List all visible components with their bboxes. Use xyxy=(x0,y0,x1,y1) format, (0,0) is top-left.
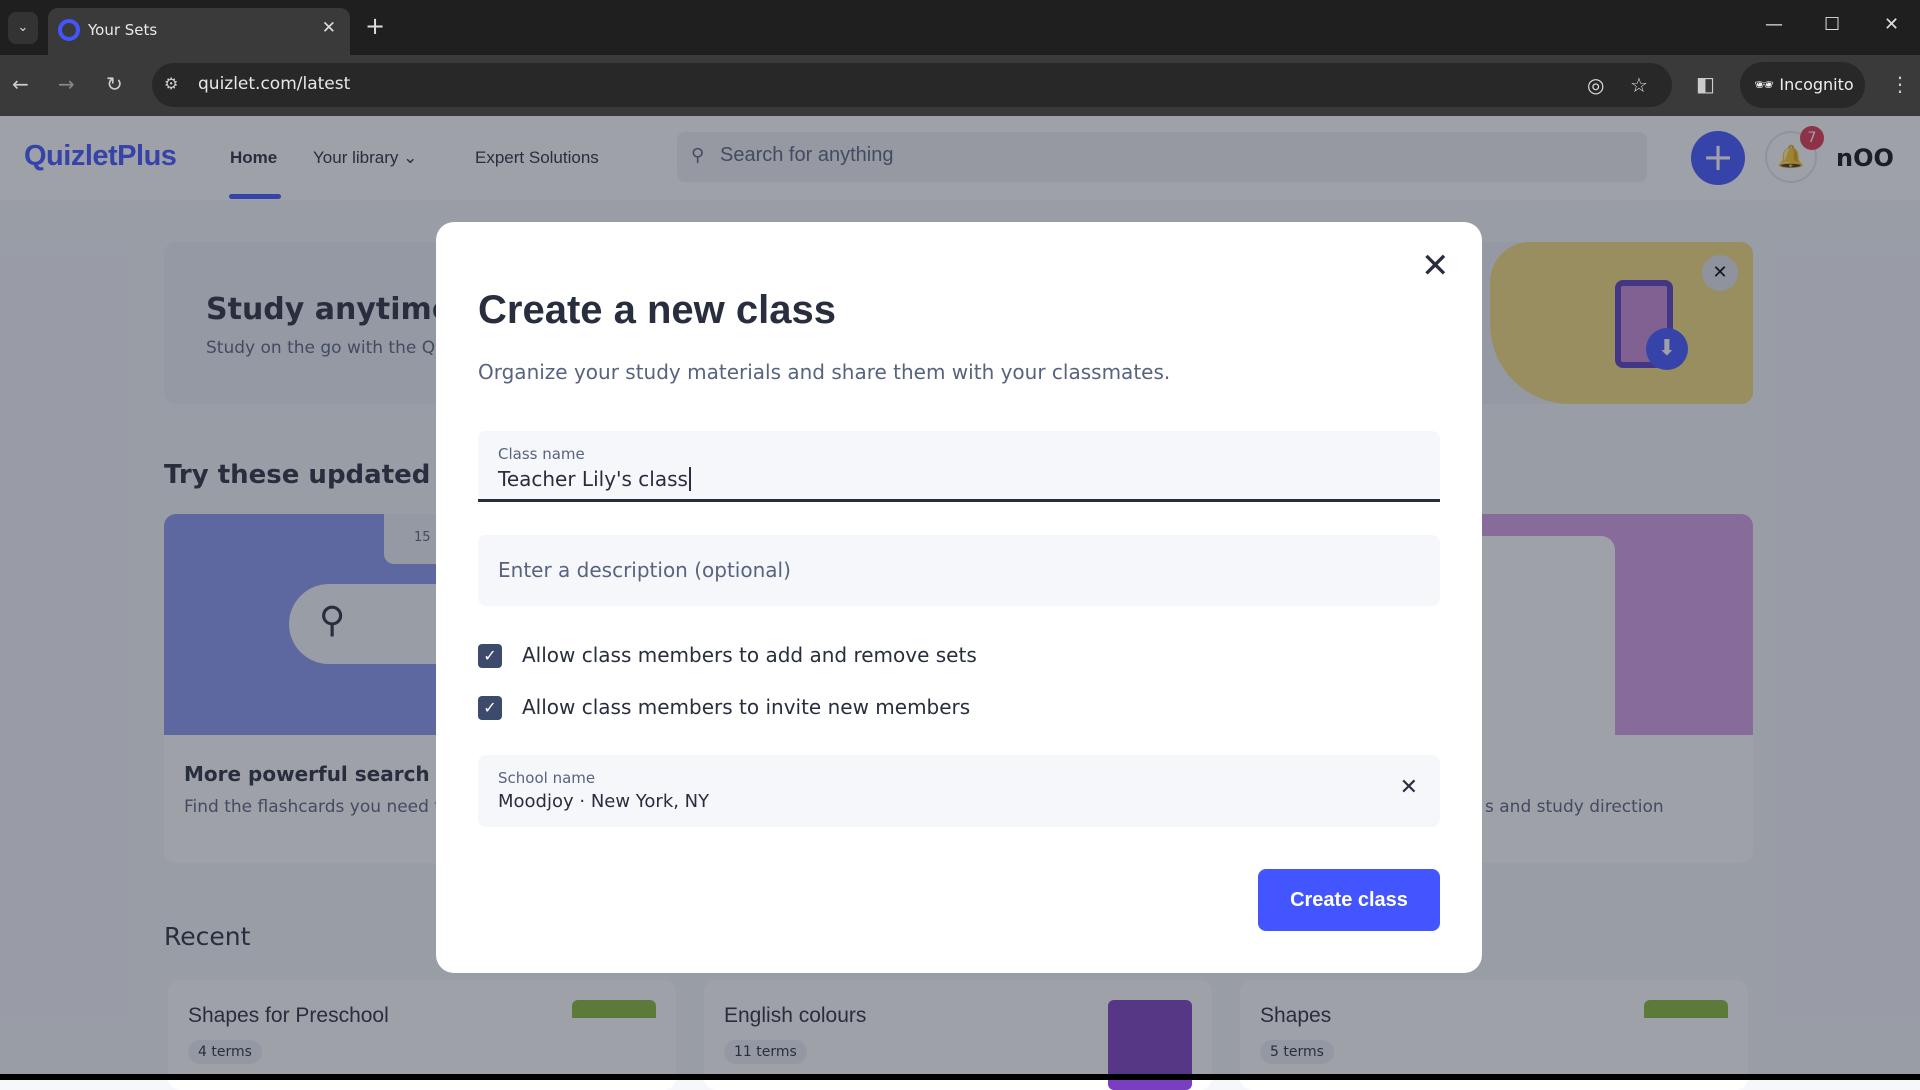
description-placeholder: Enter a description (optional) xyxy=(498,558,791,582)
back-icon[interactable]: ← xyxy=(12,72,29,96)
checkbox-label[interactable]: Allow class members to invite new member… xyxy=(522,695,970,719)
close-window-icon[interactable]: ✕ xyxy=(1884,14,1899,35)
side-panel-icon[interactable]: ◧ xyxy=(1696,72,1715,96)
incognito-label: Incognito xyxy=(1779,75,1854,94)
browser-tab[interactable]: Your Sets ✕ xyxy=(48,8,350,55)
incognito-icon: 🕶 xyxy=(1754,75,1780,94)
site-info-icon[interactable]: ⚙ xyxy=(164,74,178,93)
checkbox-add-remove-sets[interactable]: ✓ xyxy=(478,644,502,668)
dialog-subtitle: Organize your study materials and share … xyxy=(478,360,1171,384)
create-class-dialog: ✕ Create a new class Organize your study… xyxy=(436,222,1482,973)
checkbox-invite-members[interactable]: ✓ xyxy=(478,696,502,720)
clear-school-icon[interactable]: ✕ xyxy=(1400,775,1418,800)
dialog-title: Create a new class xyxy=(478,288,836,332)
close-tab-icon[interactable]: ✕ xyxy=(322,18,336,38)
class-name-label: Class name xyxy=(498,445,585,463)
maximize-icon[interactable]: ☐ xyxy=(1824,14,1840,35)
close-icon[interactable]: ✕ xyxy=(1421,246,1450,286)
reload-icon[interactable]: ↻ xyxy=(106,72,123,96)
tab-search-button[interactable]: ⌄ xyxy=(8,12,38,44)
incognito-badge[interactable]: 🕶 Incognito xyxy=(1740,62,1865,108)
browser-tab-bar: ⌄ Your Sets ✕ + — ☐ ✕ xyxy=(0,0,1920,55)
url-text[interactable]: quizlet.com/latest xyxy=(198,74,350,94)
forward-icon[interactable]: → xyxy=(58,72,75,96)
minimize-icon[interactable]: — xyxy=(1765,14,1783,35)
address-bar-row: ← → ↻ ⚙ quizlet.com/latest ◎ ☆ ◧ 🕶 Incog… xyxy=(0,55,1920,116)
class-name-input[interactable]: Class name Teacher Lily's class xyxy=(478,431,1440,502)
new-tab-icon[interactable]: + xyxy=(365,12,385,40)
checkbox-label[interactable]: Allow class members to add and remove se… xyxy=(522,643,977,667)
class-name-value: Teacher Lily's class xyxy=(498,467,691,491)
star-icon[interactable]: ☆ xyxy=(1630,73,1648,97)
url-bar[interactable]: ⚙ quizlet.com/latest ◎ ☆ xyxy=(152,63,1672,107)
eye-off-icon[interactable]: ◎ xyxy=(1587,73,1604,97)
create-class-button[interactable]: Create class xyxy=(1258,869,1440,931)
menu-icon[interactable]: ⋮ xyxy=(1890,72,1910,96)
school-name-label: School name xyxy=(498,769,596,787)
quizlet-favicon-icon xyxy=(58,19,80,41)
bottom-edge xyxy=(0,1074,1920,1080)
school-name-value: Moodjoy · New York, NY xyxy=(498,791,710,812)
tab-title: Your Sets xyxy=(88,21,158,39)
school-name-field[interactable]: School name Moodjoy · New York, NY ✕ xyxy=(478,755,1440,827)
description-input[interactable]: Enter a description (optional) xyxy=(478,535,1440,606)
